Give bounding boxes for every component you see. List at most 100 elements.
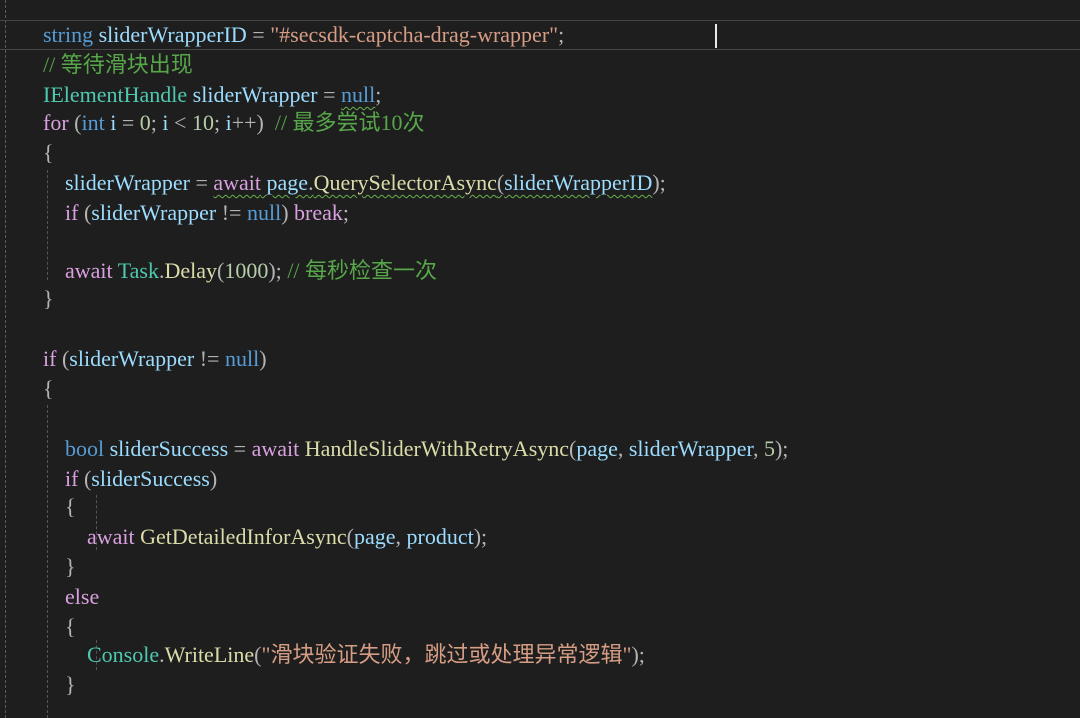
code-line[interactable]: IElementHandle sliderWrapper = null; [43,80,381,110]
code-line[interactable]: } [43,670,76,700]
code-token: != [194,346,225,371]
code-token: , [395,524,407,549]
code-token: ( [346,524,354,549]
code-token: page [576,436,618,461]
code-token: ); [652,170,666,195]
code-token: ++) [231,110,275,135]
code-token: null [224,346,260,371]
code-token: string [43,22,94,47]
code-token: product [406,524,474,549]
code-line[interactable]: string sliderWrapperID = "#secsdk-captch… [43,20,564,50]
code-token: } [65,672,76,697]
code-token: Console [87,642,160,667]
code-token: = [116,110,140,135]
code-token: ( [78,466,92,491]
code-token: , [617,436,629,461]
code-line[interactable]: sliderWrapper = await page.QuerySelector… [43,168,666,198]
code-token: GetDetailedInforAsync [140,524,347,549]
code-token: bool [65,436,105,461]
code-line[interactable]: await GetDetailedInforAsync(page, produc… [43,522,487,552]
code-token: sliderWrapperID [98,22,247,47]
code-token: break [294,200,343,225]
code-line[interactable]: Console.WriteLine("滑块验证失败，跳过或处理异常逻辑"); [43,640,645,670]
code-token: "滑块验证失败，跳过或处理异常逻辑" [261,642,632,667]
code-token: { [65,494,76,519]
code-token: ; [213,110,226,135]
code-token: < [168,110,192,135]
code-line[interactable]: await Task.Delay(1000); // 每秒检查一次 [43,256,437,286]
code-token: null [341,82,376,107]
code-token: } [43,286,54,311]
code-token: { [43,140,54,165]
code-token: ); [631,642,645,667]
code-line[interactable]: { [43,612,76,642]
code-token: 0 [139,110,151,135]
code-token: sliderSuccess [109,436,229,461]
code-token: 1000 [224,258,269,283]
code-token: ( [78,200,92,225]
code-token: else [65,584,100,609]
code-token: } [65,554,76,579]
code-token: await [65,258,113,283]
code-token: = [317,82,342,107]
code-token: ; [558,22,565,47]
code-token: ) [259,346,267,371]
code-line[interactable]: // 等待滑块出现 [43,50,193,80]
code-token: ) [281,200,295,225]
code-token: IElementHandle [43,82,188,107]
code-token: = [189,170,214,195]
code-token: ; [375,82,382,107]
code-line[interactable]: if (sliderSuccess) [43,464,217,494]
code-token: , [752,436,764,461]
code-token: sliderWrapper [65,170,190,195]
code-line[interactable]: bool sliderSuccess = await HandleSliderW… [43,434,788,464]
code-token: = [246,22,271,47]
code-token: page [266,170,309,195]
code-token: int [81,110,105,135]
code-token: await [87,524,135,549]
code-token: ( [56,346,70,371]
code-token: HandleSliderWithRetryAsync [304,436,570,461]
code-token: ; [150,110,163,135]
code-line[interactable]: { [43,374,54,404]
code-line[interactable]: { [43,138,54,168]
left-margin-guide [5,0,6,718]
code-token: ) [209,466,218,491]
code-token: WriteLine [164,642,255,667]
code-token: await [213,170,262,195]
code-line[interactable]: } [43,552,76,582]
code-token: != [216,200,247,225]
code-line[interactable]: for (int i = 0; i < 10; i++) // 最多尝试10次 [43,108,425,138]
code-line[interactable]: if (sliderWrapper != null) break; [43,198,349,228]
code-token: ; [342,200,350,225]
code-token: QuerySelectorAsync [313,170,497,195]
code-line[interactable]: if (sliderWrapper != null) [43,344,267,374]
code-line[interactable]: } [43,284,54,314]
code-token: sliderWrapperID [504,170,653,195]
code-token: if [65,200,79,225]
code-token: 5 [763,436,775,461]
code-token: null [246,200,282,225]
code-line[interactable]: { [43,492,76,522]
code-token: Delay [164,258,218,283]
code-token: = [228,436,252,461]
code-token: // 最多尝试10次 [274,110,425,135]
code-token: // 等待滑块出现 [43,52,193,77]
code-editor[interactable]: string sliderWrapperID = "#secsdk-captch… [0,0,1080,718]
code-token: for [43,110,69,135]
code-line[interactable]: else [43,582,99,612]
code-token: sliderWrapper [91,200,217,225]
code-token: Task [117,258,159,283]
code-token: sliderWrapper [192,82,318,107]
